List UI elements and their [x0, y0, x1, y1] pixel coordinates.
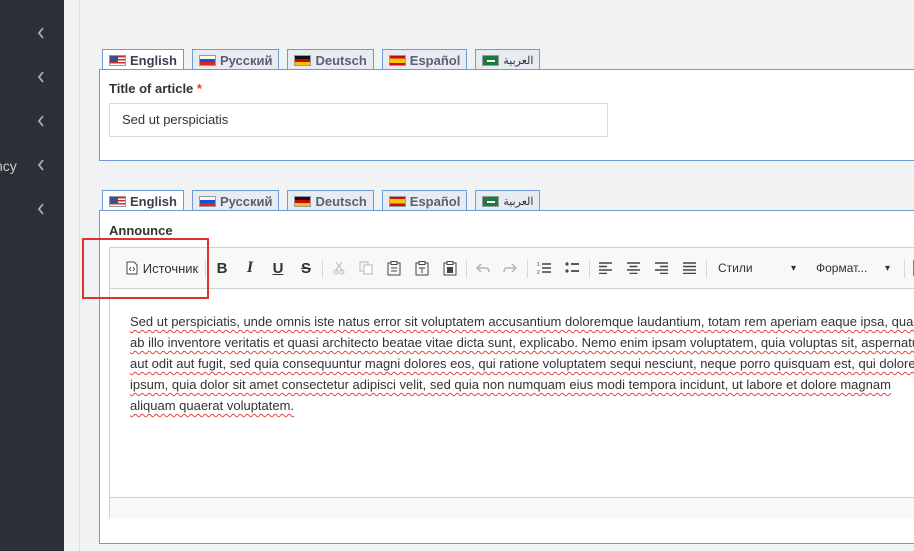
toolbar-separator [904, 260, 905, 278]
announce-language-tabs: English Русский Deutsch Español العربية [102, 190, 548, 212]
us-flag-icon [109, 55, 126, 66]
title-panel: Title of article * Sed ut perspiciatis [99, 69, 914, 161]
styles-dropdown[interactable]: Стили ▾ [710, 256, 802, 280]
align-center-icon[interactable] [623, 256, 643, 280]
tab-label: العربية [503, 195, 534, 208]
paste-icon[interactable] [384, 256, 404, 280]
tab-arabic[interactable]: العربية [475, 49, 541, 70]
styles-label: Стили [718, 261, 753, 275]
tab-russian[interactable]: Русский [191, 190, 280, 211]
chevron-left-icon [37, 71, 44, 83]
ru-flag-icon [198, 54, 216, 66]
tab-label: Español [409, 193, 461, 209]
source-button-highlight [82, 238, 209, 299]
paste-word-icon[interactable] [440, 256, 460, 280]
editor-status-bar [110, 497, 914, 518]
cut-icon[interactable] [329, 256, 349, 280]
announce-label: Announce [109, 223, 173, 238]
title-input[interactable]: Sed ut perspiciatis [109, 103, 608, 137]
toolbar-separator [466, 260, 467, 278]
rich-text-editor: Источник B I U S 12 Стили ▾ Формат... ▾ … [109, 247, 914, 518]
de-flag-icon [294, 54, 312, 66]
tab-label: العربية [503, 54, 534, 67]
toolbar-separator [706, 260, 707, 278]
chevron-left-icon [37, 159, 44, 171]
bold-button[interactable]: B [212, 256, 232, 280]
es-flag-icon [388, 195, 406, 207]
tab-spanish[interactable]: Español [381, 49, 468, 70]
sidebar-item-4[interactable]: ncy [0, 144, 64, 188]
toolbar-separator [589, 260, 590, 278]
tab-label: English [130, 194, 177, 209]
undo-icon[interactable] [473, 256, 493, 280]
chevron-left-icon [37, 115, 44, 127]
chevron-left-icon [37, 203, 44, 215]
toolbar-separator [322, 260, 323, 278]
format-dropdown[interactable]: Формат... ▾ [808, 256, 896, 280]
format-label: Формат... [816, 261, 868, 275]
svg-text:1: 1 [537, 262, 540, 268]
sa-flag-icon [482, 195, 500, 207]
tab-english[interactable]: English [102, 190, 184, 212]
tab-label: English [130, 53, 177, 68]
sidebar-item-2[interactable] [0, 56, 64, 100]
content-divider [79, 0, 80, 551]
sa-flag-icon [482, 54, 500, 66]
de-flag-icon [294, 195, 312, 207]
tab-english[interactable]: English [102, 49, 184, 71]
bulleted-list-icon[interactable] [562, 256, 582, 280]
tab-label: Deutsch [315, 52, 367, 68]
title-label-text: Title of article [109, 81, 194, 96]
strikethrough-button[interactable]: S [296, 256, 316, 280]
chevron-left-icon [37, 27, 44, 39]
tab-german[interactable]: Deutsch [287, 190, 374, 211]
chevron-down-icon: ▾ [884, 262, 890, 274]
sidebar: ncy [0, 0, 64, 551]
svg-text:2: 2 [537, 270, 540, 275]
numbered-list-icon[interactable]: 12 [534, 256, 554, 280]
ru-flag-icon [198, 195, 216, 207]
paste-text-icon[interactable] [412, 256, 432, 280]
align-justify-icon[interactable] [679, 256, 699, 280]
tab-label: Русский [219, 193, 273, 209]
toolbar-separator [527, 260, 528, 278]
sidebar-item-label: ncy [0, 158, 17, 174]
required-mark: * [196, 81, 202, 96]
tab-german[interactable]: Deutsch [287, 49, 374, 70]
tab-label: Español [409, 52, 461, 68]
us-flag-icon [109, 196, 126, 207]
sidebar-item-5[interactable] [0, 188, 64, 232]
tab-label: Deutsch [315, 193, 367, 209]
sidebar-item-3[interactable] [0, 100, 64, 144]
announce-text: Sed ut perspiciatis, unde omnis iste nat… [130, 314, 914, 413]
align-right-icon[interactable] [651, 256, 671, 280]
title-label: Title of article * [109, 81, 202, 96]
tab-arabic[interactable]: العربية [475, 190, 541, 211]
italic-button[interactable]: I [240, 256, 260, 280]
es-flag-icon [388, 54, 406, 66]
announce-panel: Announce Источник B I U S 12 Стили ▾ Фор… [99, 210, 914, 544]
chevron-down-icon: ▾ [790, 262, 796, 274]
tab-spanish[interactable]: Español [381, 190, 468, 211]
tab-label: Русский [219, 52, 273, 68]
tab-russian[interactable]: Русский [191, 49, 280, 70]
sidebar-item-1[interactable] [0, 12, 64, 56]
redo-icon[interactable] [500, 256, 520, 280]
copy-icon[interactable] [356, 256, 376, 280]
align-left-icon[interactable] [595, 256, 615, 280]
title-language-tabs: English Русский Deutsch Español العربية [102, 49, 548, 71]
editor-content-area[interactable]: Sed ut perspiciatis, unde omnis iste nat… [110, 289, 914, 497]
editor-toolbar: Источник B I U S 12 Стили ▾ Формат... ▾ [110, 248, 914, 289]
underline-button[interactable]: U [268, 256, 288, 280]
